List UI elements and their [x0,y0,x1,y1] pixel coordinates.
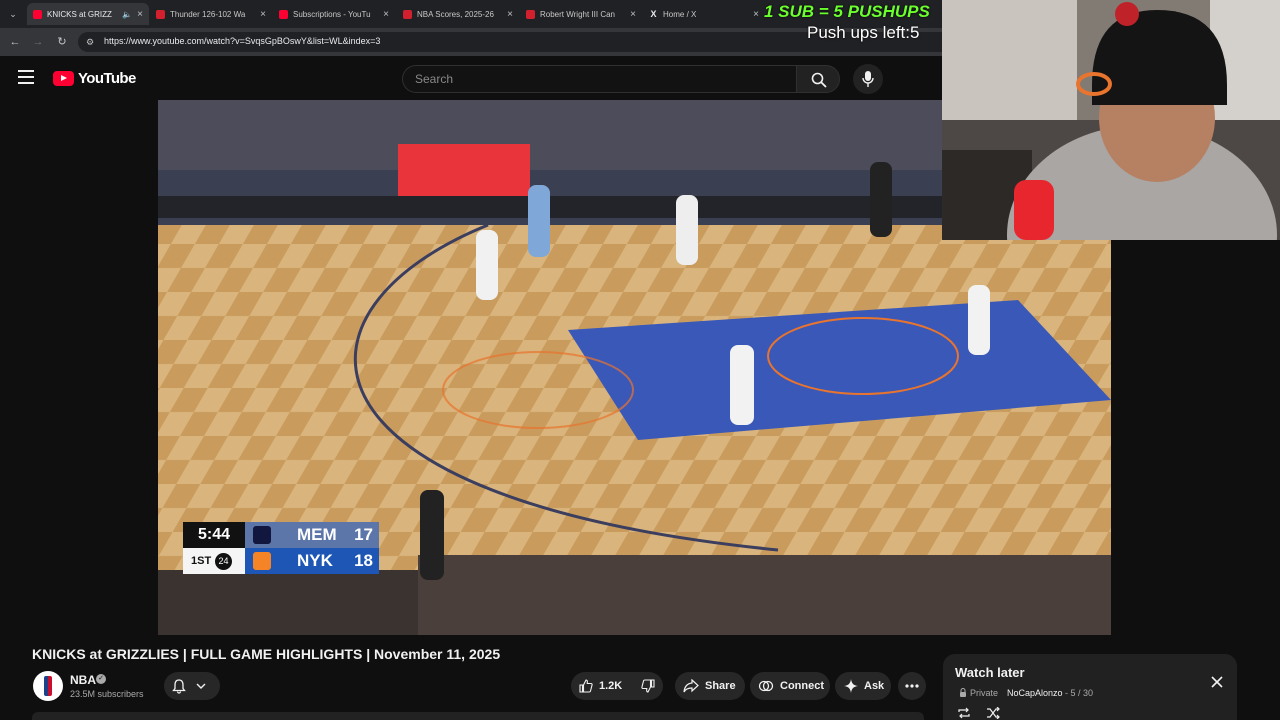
grizzlies-logo-icon [253,526,271,544]
youtube-icon [279,9,288,19]
team-score: 17 [354,525,373,544]
watch-later-panel: Watch later Private NoCapAlonzo - 5 / 30 [943,654,1237,720]
webcam-overlay [942,0,1280,240]
team-score: 18 [354,551,373,570]
browser-tab[interactable]: Thunder 126-102 Wa × [150,3,272,25]
address-url: https://www.youtube.com/watch?v=SvqsGpBO… [104,36,381,46]
ask-button[interactable]: Ask [835,672,891,700]
like-button[interactable]: 1.2K [571,672,635,700]
tab-close-icon[interactable]: × [260,9,266,20]
bell-icon [172,678,186,694]
microphone-icon [862,71,874,87]
youtube-wordmark: YouTube [78,69,136,87]
game-clock: 5:44 [183,522,245,548]
shot-clock: 24 [215,553,232,570]
scorebug-row-away: 5:44 MEM 17 [183,522,379,548]
close-icon[interactable] [1209,674,1225,690]
nba-icon [156,9,165,19]
more-actions-button[interactable] [898,672,926,700]
like-count: 1.2K [599,680,623,692]
tab-close-icon[interactable]: × [753,9,759,20]
youtube-play-icon [53,70,74,86]
search-button[interactable] [796,65,840,93]
connect-button[interactable]: Connect [750,672,830,700]
knicks-logo-icon [253,552,271,570]
connect-icon [758,680,774,692]
team-abbr: NYK [297,551,333,570]
reload-icon[interactable]: ↻ [54,34,70,50]
verified-icon: ✓ [96,674,106,684]
connect-label: Connect [780,680,824,692]
search-input[interactable]: Search [402,65,796,93]
tab-title: KNICKS at GRIZZ [47,9,112,19]
nba-icon [403,9,412,19]
team-abbr: MEM [297,525,337,544]
subscription-bell-button[interactable] [164,672,220,700]
webcam-image [942,0,1280,240]
thumbs-up-icon [579,679,593,693]
browser-tab[interactable]: NBA Scores, 2025-26 × [397,3,519,25]
more-horizontal-icon [905,684,919,688]
share-label: Share [705,680,736,692]
tab-title: Subscriptions - YouTu [293,9,371,19]
scorebug: 5:44 MEM 17 1ST 24 NYK 18 [183,522,379,574]
sparkle-icon [844,679,858,693]
back-arrow-icon[interactable]: ← [7,34,23,50]
channel-avatar[interactable] [33,671,63,701]
browser-tab[interactable]: Robert Wright III Can × [520,3,642,25]
browser-tab[interactable]: KNICKS at GRIZZ 🔈 × [27,3,149,25]
site-info-icon[interactable]: ⚙ [86,36,98,48]
pushups-challenge-title: 1 SUB = 5 PUSHUPS [764,2,930,21]
playlist-owner[interactable]: NoCapAlonzo [1007,688,1063,698]
shuffle-icon[interactable] [986,707,1000,719]
playlist-position: - 5 / 30 [1065,688,1094,698]
pushups-remaining: Push ups left:5 [807,23,920,42]
tab-title: NBA Scores, 2025-26 [417,9,494,19]
share-icon [683,679,699,693]
tab-close-icon[interactable]: × [630,9,636,20]
channel-name[interactable]: NBA [70,673,96,687]
search-icon [811,72,827,88]
team-nyk: NYK 18 [245,548,379,574]
tab-title: Robert Wright III Can [540,9,615,19]
nba-icon [526,9,535,19]
ask-label: Ask [864,680,885,692]
youtube-logo[interactable]: YouTube [53,69,136,87]
playlist-title[interactable]: Watch later [955,665,1025,680]
scorebug-row-home: 1ST 24 NYK 18 [183,548,379,574]
browser-tab[interactable]: X Home / X × [643,3,765,25]
loop-icon[interactable] [957,707,971,719]
video-title: KNICKS at GRIZZLIES | FULL GAME HIGHLIGH… [32,646,501,662]
playlist-privacy: Private [970,688,999,698]
dislike-button[interactable] [635,672,663,700]
youtube-icon [33,9,42,19]
nba-logo-icon [44,676,52,696]
tab-title: Thunder 126-102 Wa [170,9,246,19]
share-button[interactable]: Share [675,672,745,700]
subscriber-count: 23.5M subscribers [70,689,144,699]
x-icon: X [650,8,657,19]
game-period: 1ST [183,548,245,574]
team-mem: MEM 17 [245,522,379,548]
browser-tab[interactable]: Subscriptions - YouTu × [273,3,395,25]
screen: ⌄ KNICKS at GRIZZ 🔈 × Thunder 126-102 Wa… [0,0,1280,720]
tab-title: Home / X [663,9,697,19]
tab-close-icon[interactable]: × [507,9,513,20]
lock-icon [960,688,966,697]
youtube-masthead: YouTube Search [0,56,942,100]
description-box-edge[interactable] [32,712,924,720]
chevron-down-icon [196,683,206,689]
tab-close-icon[interactable]: × [137,9,143,20]
voice-search-button[interactable] [853,64,883,94]
search-placeholder: Search [415,72,454,86]
thumbs-down-icon [641,679,655,693]
forward-arrow-icon[interactable]: → [30,34,46,50]
tab-close-icon[interactable]: × [383,9,389,20]
menu-icon[interactable] [18,70,34,84]
speaker-icon[interactable]: 🔈 [122,10,132,19]
tab-search-chevron-icon[interactable]: ⌄ [5,6,21,22]
